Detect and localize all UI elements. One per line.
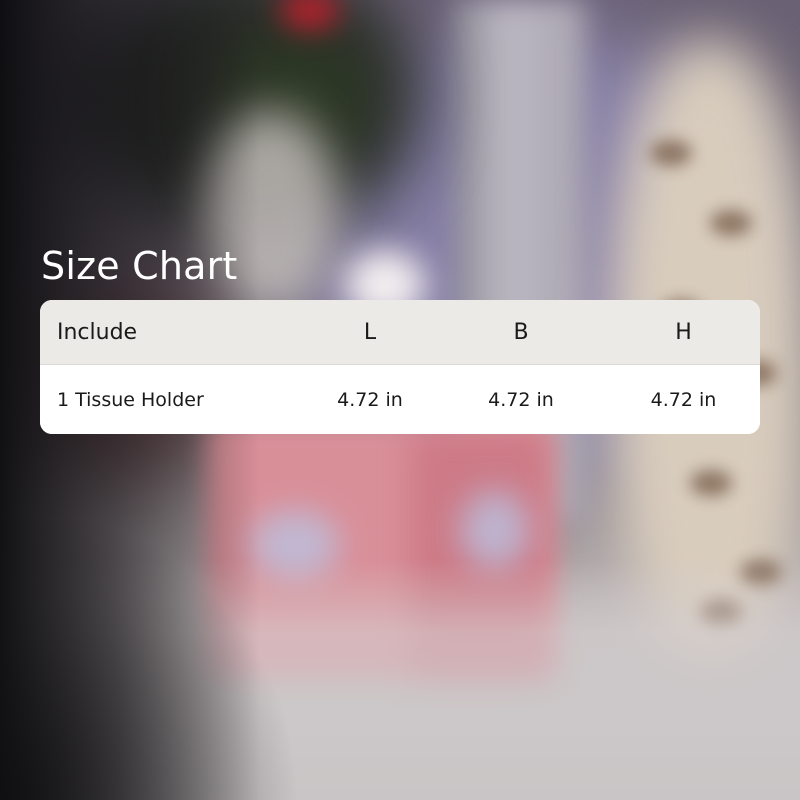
header-height: H [675,319,692,345]
butterfly-shape [460,490,530,570]
size-chart-title: Size Chart [41,244,238,288]
size-table: Include L B H 1 Tissue Holder 4.72 in 4.… [40,300,760,434]
cell-length: 4.72 in [337,389,403,411]
header-include: Include [57,319,138,345]
cell-height: 4.72 in [650,389,717,411]
giraffe-spot [650,140,692,166]
cell-item: 1 Tissue Holder [57,389,204,411]
cell-breadth: 4.72 in [488,389,554,411]
giraffe-spot [710,210,752,236]
giraffe-spot [690,470,732,496]
table-header-row: Include L B H [40,300,760,365]
header-length: L [363,319,377,345]
table-row: 1 Tissue Holder 4.72 in 4.72 in 4.72 in [40,365,760,434]
header-breadth: B [513,319,529,345]
corner-shadow [0,520,320,800]
